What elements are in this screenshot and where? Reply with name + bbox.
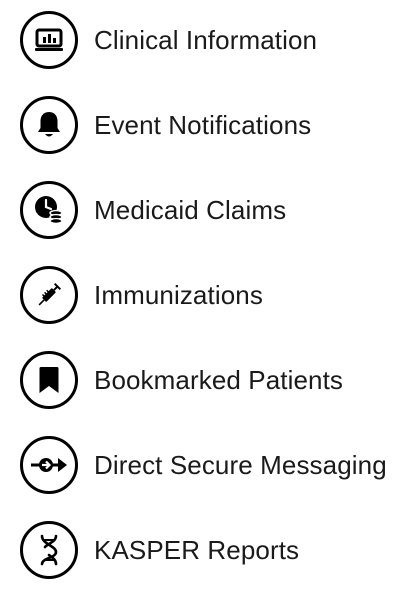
menu-item-immunizations[interactable]: Immunizations (20, 265, 416, 325)
bookmark-icon (20, 351, 78, 409)
menu-item-label: Medicaid Claims (94, 195, 287, 225)
menu-item-label: Immunizations (94, 280, 263, 310)
menu-item-medicaid-claims[interactable]: Medicaid Claims (20, 180, 416, 240)
menu-item-label: KASPER Reports (94, 535, 300, 565)
menu-item-event-notifications[interactable]: Event Notifications (20, 95, 416, 155)
menu-item-label: Clinical Information (94, 25, 318, 55)
clock-coins-icon (20, 181, 78, 239)
menu-item-label: Direct Secure Messaging (94, 450, 387, 480)
bell-icon (20, 96, 78, 154)
menu-item-label: Bookmarked Patients (94, 365, 344, 395)
syringe-icon (20, 266, 78, 324)
chart-icon (20, 11, 78, 69)
menu-item-bookmarked-patients[interactable]: Bookmarked Patients (20, 350, 416, 410)
menu-item-clinical-information[interactable]: Clinical Information (20, 10, 416, 70)
nav-menu: Clinical Information Event Notifications… (20, 0, 420, 596)
arrow-send-icon (20, 436, 78, 494)
dna-icon (20, 521, 78, 579)
menu-item-label: Event Notifications (94, 110, 312, 140)
menu-item-direct-secure-messaging[interactable]: Direct Secure Messaging (20, 435, 416, 495)
menu-item-kasper-reports[interactable]: KASPER Reports (20, 520, 416, 580)
